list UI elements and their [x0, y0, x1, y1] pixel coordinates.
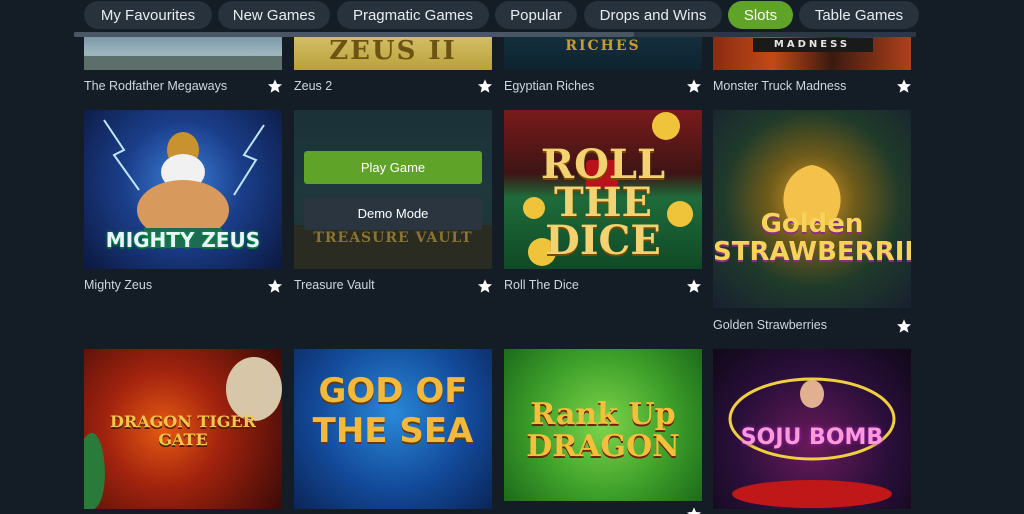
game-title[interactable]: Egyptian Riches [504, 79, 594, 93]
game-title[interactable]: Roll The Dice [504, 278, 579, 292]
game-thumbnail-soju-bomb[interactable]: SOJU BOMB [713, 349, 911, 509]
rank-up-dragon-logo: Rank Up DRAGON [526, 397, 680, 464]
game-thumbnail-treasure-vault[interactable]: TREASURE VAULT [294, 110, 492, 269]
monster-art-logo: MADNESS [773, 39, 851, 50]
tab-drops-and-wins[interactable]: Drops and Wins [584, 1, 722, 29]
star-icon[interactable] [896, 78, 912, 94]
game-title[interactable]: Mighty Zeus [84, 278, 152, 292]
tab-scrollbar-thumb[interactable] [74, 32, 634, 37]
star-icon[interactable] [896, 318, 912, 334]
rodfather-art-ground [84, 56, 282, 70]
zeus2-art-logo: ZEUS II [329, 36, 457, 66]
mighty-zeus-logo: MIGHTY ZEUS [105, 228, 261, 252]
tab-scrollbar[interactable] [74, 32, 916, 37]
egyptian-art-logo: RICHES [565, 38, 641, 54]
star-icon[interactable] [267, 278, 283, 294]
demo-mode-button[interactable]: Demo Mode [304, 197, 482, 230]
god-of-the-sea-logo: GOD OF THE SEA [312, 371, 474, 451]
tab-new-games[interactable]: New Games [218, 1, 330, 29]
roll-the-dice-logo: ROLL THE DICE [540, 141, 666, 264]
game-title[interactable]: Zeus 2 [294, 79, 332, 93]
star-icon[interactable] [686, 278, 702, 294]
tab-pragmatic-games[interactable]: Pragmatic Games [337, 1, 489, 29]
tab-table-games[interactable]: Table Games [799, 1, 919, 29]
dragon-tiger-gate-logo: DRAGON TIGER GATE [110, 412, 256, 449]
treasure-vault-logo: TREASURE VAULT [313, 230, 473, 246]
game-thumbnail-golden-strawberries[interactable]: Golden STRAWBERRIES [713, 110, 911, 308]
category-tab-bar: My Favourites New Games Pragmatic Games … [0, 0, 1024, 32]
star-icon[interactable] [267, 78, 283, 94]
game-title[interactable]: The Rodfather Megaways [84, 79, 227, 93]
tab-slots[interactable]: Slots [728, 1, 793, 29]
tab-popular[interactable]: Popular [495, 1, 577, 29]
game-thumbnail-god-of-the-sea[interactable]: GOD OF THE SEA [294, 349, 492, 509]
game-thumbnail-mighty-zeus[interactable]: MIGHTY ZEUS [84, 110, 282, 269]
star-icon[interactable] [686, 78, 702, 94]
star-icon[interactable] [686, 506, 702, 514]
game-thumbnail-dragon-tiger-gate[interactable]: DRAGON TIGER GATE [84, 349, 282, 509]
game-title[interactable]: Treasure Vault [294, 278, 375, 292]
tab-my-favourites[interactable]: My Favourites [84, 1, 212, 29]
game-thumbnail-rank-up-dragon[interactable]: Rank Up DRAGON [504, 349, 702, 501]
game-thumbnail-roll-the-dice[interactable]: ROLL THE DICE [504, 110, 702, 269]
star-icon[interactable] [477, 78, 493, 94]
star-icon[interactable] [477, 278, 493, 294]
play-game-button[interactable]: Play Game [304, 151, 482, 184]
golden-strawberries-logo: Golden STRAWBERRIES [713, 209, 911, 267]
game-title[interactable]: Golden Strawberries [713, 318, 827, 332]
soju-bomb-logo: SOJU BOMB [740, 425, 884, 450]
game-title[interactable]: Monster Truck Madness [713, 79, 846, 93]
